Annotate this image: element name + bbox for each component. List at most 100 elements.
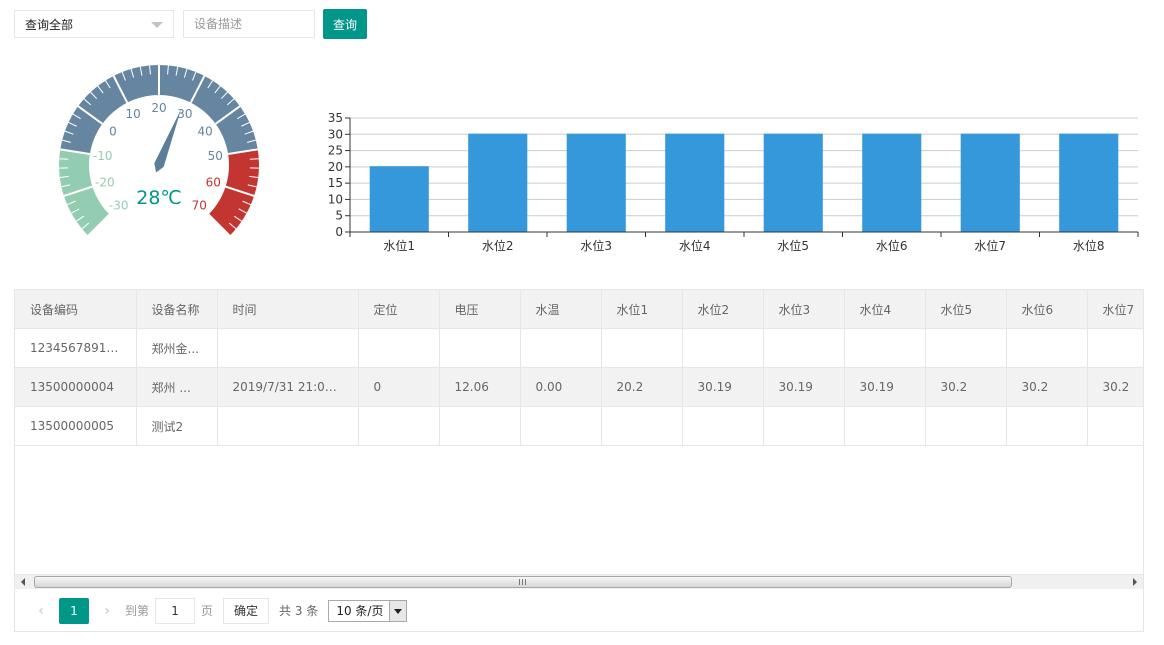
table-cell: 0.00 (520, 367, 602, 407)
table-row[interactable]: 13500000005 测试2 (15, 406, 1143, 446)
goto-confirm-button[interactable]: 确定 (223, 597, 270, 624)
table-cell: 30.2 (925, 367, 1007, 407)
goto-page-input[interactable] (155, 597, 196, 624)
column-header[interactable]: 水位3 (763, 290, 845, 329)
y-tick-label: 15 (328, 176, 343, 190)
y-tick-label: 30 (328, 127, 343, 141)
scrollbar-thumb[interactable] (34, 576, 1012, 588)
table-cell (763, 328, 845, 368)
column-header[interactable]: 水温 (520, 290, 602, 329)
dropdown-arrow-icon[interactable] (389, 600, 407, 621)
gauge-tick-label: 20 (151, 101, 166, 115)
table-cell (217, 406, 359, 446)
next-page-icon[interactable]: › (95, 603, 119, 619)
x-tick-label: 水位5 (777, 238, 809, 253)
table-cell (844, 328, 926, 368)
table-cell (1006, 328, 1088, 368)
gauge-tick-label: 50 (208, 149, 223, 163)
table-cell (925, 406, 1007, 446)
gauge-tick-label: 0 (109, 124, 117, 138)
table-cell: 测试2 (136, 406, 218, 446)
x-tick-label: 水位3 (580, 238, 612, 253)
gauge-tick-label: 70 (192, 198, 207, 212)
column-header[interactable]: 水位7 (1087, 290, 1143, 329)
scroll-right-icon[interactable] (1133, 578, 1137, 586)
gauge-tick-label: -30 (109, 198, 129, 212)
grip-icon (519, 579, 527, 585)
scroll-left-icon[interactable] (21, 578, 25, 586)
goto-label: 到第 (125, 604, 150, 618)
bar[interactable] (1059, 133, 1119, 232)
column-header[interactable]: 定位 (358, 290, 440, 329)
filter-select-value: 查询全部 (25, 17, 74, 32)
search-button[interactable]: 查询 (323, 9, 367, 39)
x-tick-label: 水位4 (679, 238, 711, 253)
column-header[interactable]: 水位6 (1006, 290, 1088, 329)
per-page-select[interactable]: 10 条/页 (328, 599, 408, 622)
bar[interactable] (468, 133, 528, 232)
page-suffix: 页 (201, 604, 214, 618)
table-cell: 13500000004 (15, 367, 137, 407)
table-cell: 30.19 (763, 367, 845, 407)
page-number-current[interactable]: 1 (59, 597, 89, 624)
column-header[interactable]: 水位2 (682, 290, 764, 329)
column-header[interactable]: 设备编码 (15, 290, 137, 329)
table-cell: 13500000005 (15, 406, 137, 446)
table-cell: 郑州金... (136, 328, 218, 368)
column-header[interactable]: 电压 (439, 290, 521, 329)
bar[interactable] (960, 133, 1020, 232)
bar[interactable] (665, 133, 725, 232)
bar[interactable] (566, 133, 626, 232)
table-cell: 123456789123 (15, 328, 137, 368)
toolbar: 查询全部 查询 (14, 9, 367, 39)
table-cell: 20.2 (601, 367, 683, 407)
column-header[interactable]: 设备名称 (136, 290, 218, 329)
gauge-tick (249, 158, 259, 160)
table-row[interactable]: 123456789123 郑州金... (15, 328, 1143, 368)
column-header[interactable]: 水位5 (925, 290, 1007, 329)
table-header-row: 设备编码 设备名称 时间 定位 电压 水温 水位1 水位2 水位3 水位4 水位… (15, 290, 1143, 329)
gauge-tick-label: -10 (93, 149, 113, 163)
table-cell (1006, 406, 1088, 446)
column-header[interactable]: 水位4 (844, 290, 926, 329)
bar[interactable] (763, 133, 823, 232)
device-description-input[interactable] (183, 10, 315, 38)
table-cell (358, 406, 440, 446)
x-tick-label: 水位8 (1073, 238, 1105, 253)
table-row[interactable]: 13500000004 郑州 ... 2019/7/31 21:08:14 0 … (15, 367, 1143, 407)
x-tick-label: 水位6 (876, 238, 908, 253)
horizontal-scrollbar[interactable] (15, 574, 1143, 589)
bar-chart-x-axis: 水位1 水位2 水位3 水位4 水位5 水位6 水位7 水位8 (349, 231, 1139, 253)
bar[interactable] (862, 133, 922, 232)
y-tick-label: 5 (335, 209, 343, 223)
chevron-down-icon (151, 22, 163, 28)
table-cell: 30.19 (682, 367, 764, 407)
table-cell (520, 406, 602, 446)
water-level-bar-chart: 0 5 10 15 20 25 30 35 水位1 水位2 水位3 水位4 水位5 水位6 水位7 水位8 (328, 111, 1139, 253)
table-cell: 30.19 (844, 367, 926, 407)
table-cell (763, 406, 845, 446)
table-cell (844, 406, 926, 446)
x-tick-label: 水位7 (974, 238, 1006, 253)
gauge-tick-label: 60 (206, 176, 221, 190)
gauge-pointer (154, 109, 182, 173)
table-cell: 12.06 (439, 367, 521, 407)
pagination: ‹ 1 › 到第 页 确定 共 3 条 10 条/页 (15, 590, 1143, 631)
table-cell: 郑州 ... (136, 367, 218, 407)
column-header[interactable]: 水位1 (601, 290, 683, 329)
filter-select[interactable]: 查询全部 (14, 10, 174, 38)
prev-page-icon[interactable]: ‹ (29, 603, 53, 619)
table-cell (217, 328, 359, 368)
y-tick-label: 0 (335, 225, 343, 239)
table-cell (925, 328, 1007, 368)
y-tick-label: 10 (328, 192, 343, 206)
y-tick-label: 35 (328, 111, 343, 125)
table-cell: 2019/7/31 21:08:14 (217, 367, 359, 407)
column-header[interactable]: 时间 (217, 290, 359, 329)
table-cell: 0 (358, 367, 440, 407)
table-body: 设备编码 设备名称 时间 定位 电压 水温 水位1 水位2 水位3 水位4 水位… (15, 290, 1143, 574)
table-cell (1087, 328, 1143, 368)
y-tick-label: 20 (328, 160, 343, 174)
table-cell (601, 328, 683, 368)
bar[interactable] (369, 166, 429, 232)
